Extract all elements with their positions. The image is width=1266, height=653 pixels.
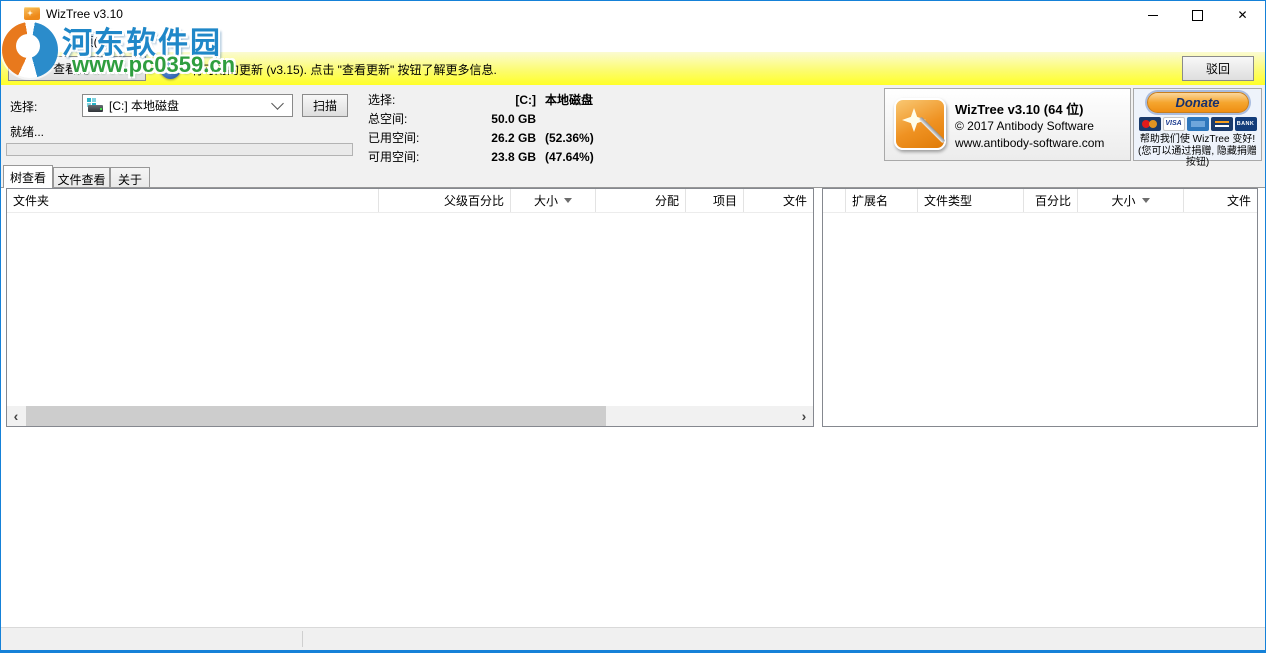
column-header-size[interactable]: 大小 [1078, 189, 1184, 212]
scrollbar-thumb[interactable] [26, 406, 606, 426]
visa-icon: VISA [1163, 117, 1185, 131]
select-label: 选择: [10, 98, 37, 115]
window-title: WizTree v3.10 [46, 7, 123, 21]
copyright-text: © 2017 Antibody Software [955, 119, 1094, 133]
drive-selected-value: [C:] 本地磁盘 [109, 97, 273, 114]
close-icon: ✕ [1237, 9, 1247, 21]
column-header-allocated[interactable]: 分配 [596, 189, 686, 212]
sort-desc-icon [1142, 198, 1150, 203]
minimize-icon [1148, 15, 1158, 16]
folder-tree-header: 文件夹 父级百分比 大小 分配 项目 文件 [7, 189, 813, 213]
tab-tree-view[interactable]: 树查看 [3, 165, 53, 188]
donate-button[interactable]: Donate [1147, 92, 1249, 113]
mastercard-icon [1139, 117, 1161, 131]
tab-file-view[interactable]: 文件查看 [53, 167, 110, 187]
donate-help-line1: 帮助我们使 WizTree 变好! [1134, 134, 1261, 145]
extension-table: 扩展名 文件类型 百分比 大小 文件 [822, 188, 1258, 427]
tab-about[interactable]: 关于 [110, 167, 150, 187]
column-header-percent-of-parent[interactable]: 父级百分比 [379, 189, 511, 212]
info-icon: i [160, 58, 181, 79]
status-divider [302, 631, 303, 647]
payment-cards: VISA BANK [1134, 117, 1261, 131]
disk-info-row-free: 可用空间: 23.8 GB (47.64%) [368, 147, 594, 166]
title-bar: WizTree v3.10 ✕ [0, 0, 1266, 28]
drive-select-combobox[interactable]: [C:] 本地磁盘 [82, 94, 293, 117]
close-button[interactable]: ✕ [1220, 1, 1265, 29]
window-controls: ✕ [1130, 1, 1265, 29]
column-header-files[interactable]: 文件 [744, 189, 813, 212]
wand-icon [919, 117, 946, 144]
top-panel: 选择: [C:] 本地磁盘 扫描 就绪... 选择: [C:] 本地磁盘 总 [0, 85, 1266, 187]
amex-icon [1187, 117, 1209, 131]
app-version-title: WizTree v3.10 (64 位) [955, 99, 1084, 118]
update-notification-bar: 查看更新 i 有可用的更新 (v3.15). 点击 "查看更新" 按钮了解更多信… [0, 52, 1266, 85]
maximize-button[interactable] [1175, 1, 1220, 29]
minimize-button[interactable] [1130, 1, 1175, 29]
dismiss-button[interactable]: 驳回 [1182, 56, 1254, 81]
disk-info-row-total: 总空间: 50.0 GB [368, 109, 594, 128]
drive-icon [87, 98, 104, 113]
column-header-spacer[interactable] [823, 189, 846, 212]
scroll-right-icon[interactable]: › [795, 406, 813, 426]
bank-icon: BANK [1235, 117, 1257, 131]
scrollbar-track[interactable] [25, 406, 795, 426]
wiztree-logo [894, 98, 946, 150]
maximize-icon [1192, 10, 1203, 21]
disk-info-row-selected: 选择: [C:] 本地磁盘 [368, 90, 594, 109]
donate-help-line2: (您可以通过捐赠, 隐藏捐赠按钮) [1134, 146, 1261, 168]
website-link[interactable]: www.antibody-software.com [955, 136, 1104, 150]
check-update-button[interactable]: 查看更新 [8, 56, 146, 81]
update-message: 有可用的更新 (v3.15). 点击 "查看更新" 按钮了解更多信息. [191, 61, 497, 78]
extension-table-body [823, 213, 1257, 426]
column-header-items[interactable]: 项目 [686, 189, 744, 212]
status-bar [0, 627, 1266, 650]
folder-tree-table: 文件夹 父级百分比 大小 分配 项目 文件 ‹ › [6, 188, 814, 427]
column-header-folder[interactable]: 文件夹 [7, 189, 379, 212]
chevron-down-icon [271, 97, 284, 110]
wiztree-window: WizTree v3.10 ✕ 文件(Z) 选项(Y) 查看更新 i 有可用的更… [0, 0, 1266, 653]
scan-button[interactable]: 扫描 [302, 94, 348, 117]
scroll-left-icon[interactable]: ‹ [7, 406, 25, 426]
column-header-percent[interactable]: 百分比 [1024, 189, 1078, 212]
disk-info-row-used: 已用空间: 26.2 GB (52.36%) [368, 128, 594, 147]
extension-table-header: 扩展名 文件类型 百分比 大小 文件 [823, 189, 1257, 213]
sort-desc-icon [564, 198, 572, 203]
column-header-size[interactable]: 大小 [511, 189, 596, 212]
menu-bar: 文件(Z) 选项(Y) [0, 29, 1266, 52]
scan-progress-bar [6, 143, 353, 156]
donate-box: Donate VISA BANK 帮助我们使 WizTree 变好! (您可以通… [1133, 88, 1262, 161]
paycard-icon [1211, 117, 1233, 131]
column-header-filetype[interactable]: 文件类型 [918, 189, 1024, 212]
menu-file[interactable]: 文件(Z) [0, 29, 57, 50]
folder-tree-body [7, 213, 813, 406]
status-text: 就绪... [10, 123, 44, 140]
column-header-extension[interactable]: 扩展名 [846, 189, 918, 212]
about-box: WizTree v3.10 (64 位) © 2017 Antibody Sof… [884, 88, 1131, 161]
column-header-files[interactable]: 文件 [1184, 189, 1257, 212]
menu-options[interactable]: 选项(Y) [61, 29, 119, 50]
disk-info-panel: 选择: [C:] 本地磁盘 总空间: 50.0 GB 已用空间: 26.2 GB… [368, 90, 594, 166]
horizontal-scrollbar[interactable]: ‹ › [7, 406, 813, 426]
wiztree-app-icon [24, 7, 40, 20]
